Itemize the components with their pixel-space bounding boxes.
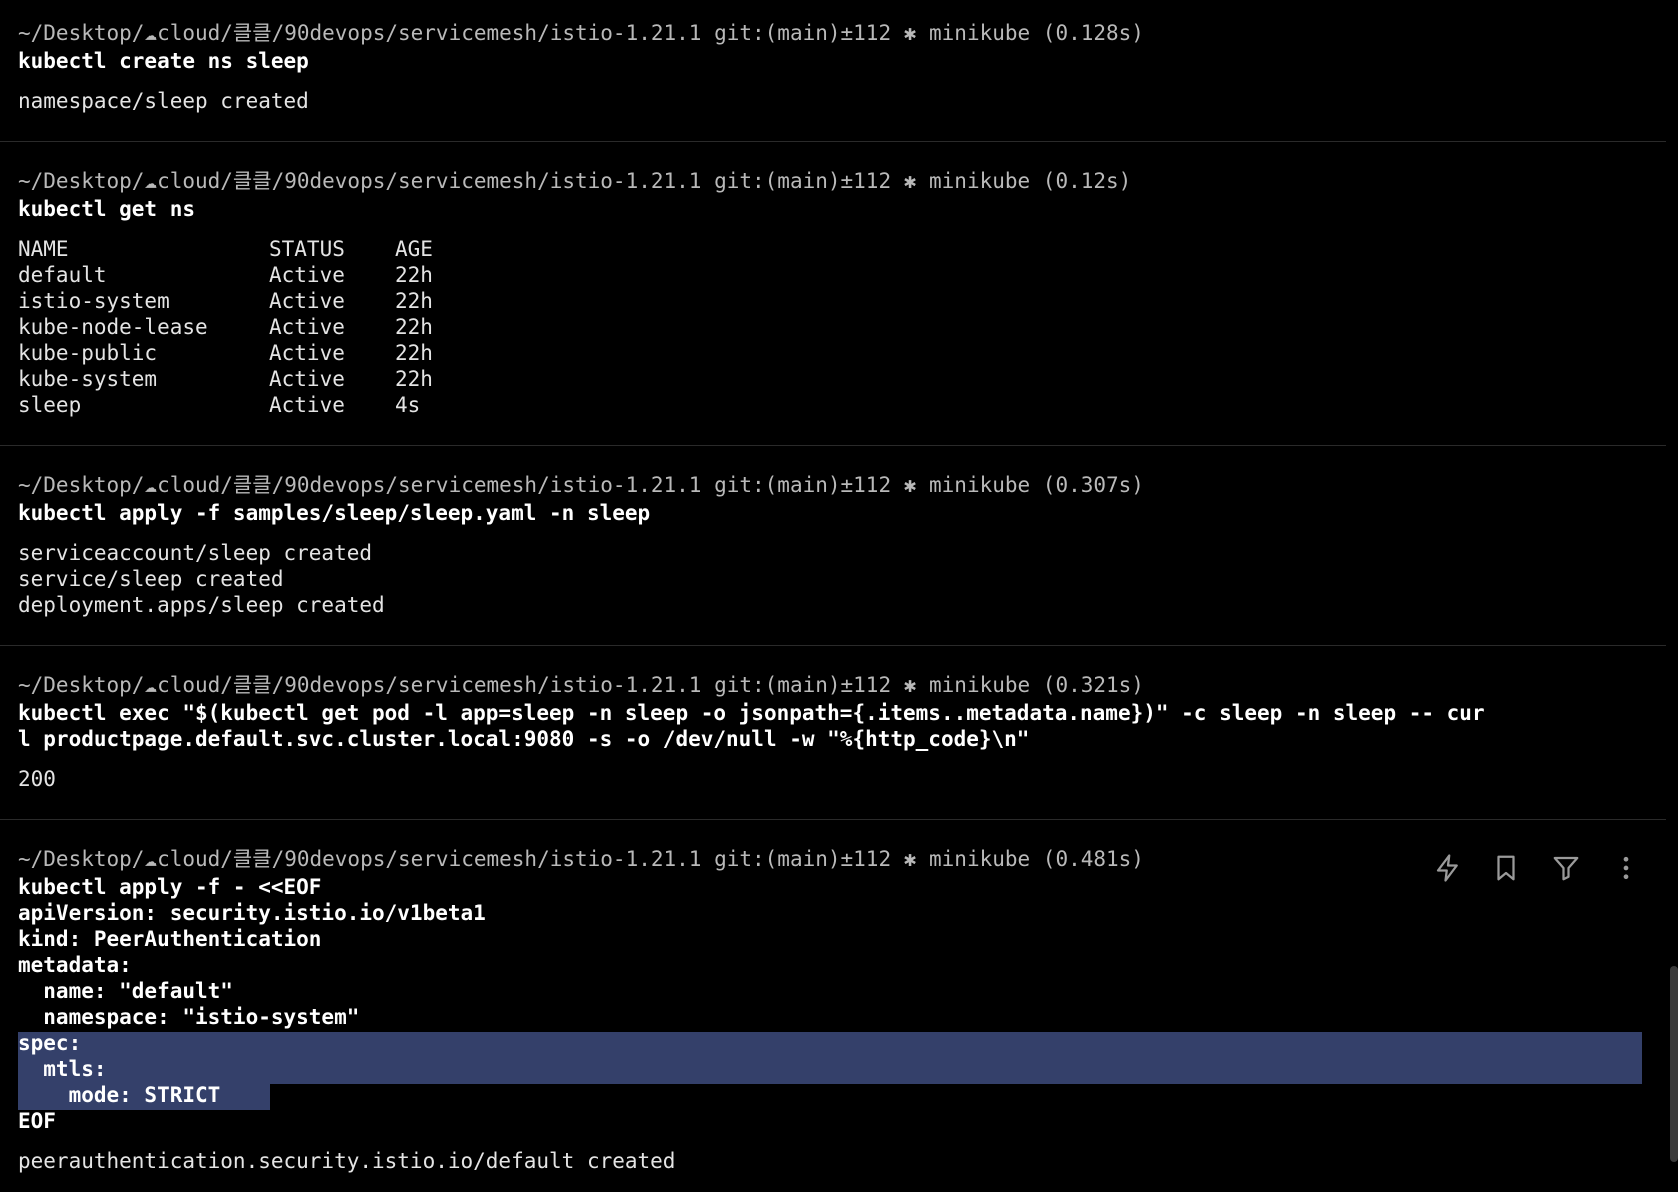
command-line: spec: (18, 1031, 82, 1055)
scrollbar[interactable] (1670, 966, 1678, 1162)
output-line: serviceaccount/sleep created (18, 541, 373, 565)
command-line: name: "default" (18, 979, 233, 1003)
table-header: STATUS (269, 237, 345, 261)
table-cell: 22h (395, 289, 433, 313)
output-line: peerauthentication.security.istio.io/def… (18, 1149, 676, 1173)
table-cell: 4s (395, 393, 421, 417)
text-selection-highlight (18, 1032, 1642, 1084)
table-cell: sleep (18, 393, 82, 417)
output-line: service/sleep created (18, 567, 284, 591)
output-line: deployment.apps/sleep created (18, 593, 385, 617)
prompt-line: ~/Desktop/☁cloud/클클/90devops/servicemesh… (18, 673, 1144, 697)
prompt-line: ~/Desktop/☁cloud/클클/90devops/servicemesh… (18, 847, 1144, 871)
table-cell: Active (269, 315, 345, 339)
prompt-line: ~/Desktop/☁cloud/클클/90devops/servicemesh… (18, 473, 1144, 497)
filter-icon[interactable] (1546, 848, 1586, 888)
bookmark-icon[interactable] (1486, 848, 1526, 888)
command-line: kubectl create ns sleep (18, 49, 309, 73)
command-line: namespace: "istio-system" (18, 1005, 360, 1029)
table-cell: kube-system (18, 367, 158, 391)
command-block-1[interactable]: ~/Desktop/☁cloud/클클/90devops/servicemesh… (0, 0, 1666, 142)
command-line: kubectl apply -f samples/sleep/sleep.yam… (18, 501, 651, 525)
command-line: kubectl get ns (18, 197, 196, 221)
table-cell: 22h (395, 315, 433, 339)
table-cell: kube-node-lease (18, 315, 208, 339)
command-block-2[interactable]: ~/Desktop/☁cloud/클클/90devops/servicemesh… (0, 142, 1666, 446)
output-line: 200 (18, 767, 56, 791)
table-cell: default (18, 263, 107, 287)
command-line: kubectl apply -f - <<EOF (18, 875, 322, 899)
table-cell: 22h (395, 263, 433, 287)
command-block-4[interactable]: ~/Desktop/☁cloud/클클/90devops/servicemesh… (0, 646, 1666, 820)
prompt-line: ~/Desktop/☁cloud/클클/90devops/servicemesh… (18, 169, 1132, 193)
command-line: kind: PeerAuthentication (18, 927, 322, 951)
command-line: metadata: (18, 953, 132, 977)
table-header: NAME (18, 237, 69, 261)
table-cell: Active (269, 263, 345, 287)
table-cell: Active (269, 289, 345, 313)
table-cell: 22h (395, 341, 433, 365)
more-vertical-icon[interactable] (1606, 848, 1646, 888)
prompt-line: ~/Desktop/☁cloud/클클/90devops/servicemesh… (18, 21, 1144, 45)
table-cell: kube-public (18, 341, 158, 365)
lightning-icon[interactable] (1428, 848, 1468, 888)
command-block-3[interactable]: ~/Desktop/☁cloud/클클/90devops/servicemesh… (0, 446, 1666, 646)
table-cell: istio-system (18, 289, 170, 313)
table-cell: Active (269, 367, 345, 391)
table-cell: 22h (395, 367, 433, 391)
command-line: kubectl exec "$(kubectl get pod -l app=s… (18, 701, 1485, 725)
table-header: AGE (395, 237, 433, 261)
command-line: EOF (18, 1109, 56, 1133)
command-line: apiVersion: security.istio.io/v1beta1 (18, 901, 486, 925)
table-cell: Active (269, 393, 345, 417)
command-block-5[interactable]: ~/Desktop/☁cloud/클클/90devops/servicemesh… (0, 820, 1666, 1192)
command-line: mode: STRICT (18, 1083, 221, 1107)
output-line: namespace/sleep created (18, 89, 309, 113)
namespace-table: NAME STATUS AGE default Active 22h istio… (0, 236, 600, 417)
table-cell: Active (269, 341, 345, 365)
block-toolbar (1428, 848, 1648, 892)
command-line: l productpage.default.svc.cluster.local:… (18, 727, 1030, 751)
command-line: mtls: (18, 1057, 107, 1081)
